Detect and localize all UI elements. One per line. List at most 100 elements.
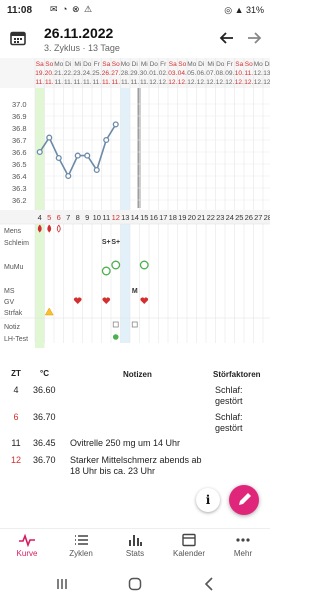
- cycle-chart[interactable]: 37.0 36.9 36.8 36.7 36.6 36.5 36.4 36.3 36.2 Sa 19…: [0, 58, 270, 348]
- weekday-label: Sa: [235, 61, 243, 68]
- temperature-point: [65, 172, 72, 180]
- cycle-day-label: 16: [150, 213, 158, 222]
- cycle-day-label: 11: [102, 213, 110, 222]
- next-arrow-icon[interactable]: [245, 29, 263, 47]
- cycle-day-label: 22: [207, 213, 215, 222]
- month-label: 12.: [168, 79, 177, 86]
- heart-icon: [102, 297, 111, 304]
- y-tick-label: 36.4: [12, 172, 27, 181]
- date-label: 05.: [187, 70, 196, 77]
- note-icon: [112, 321, 119, 328]
- cycle-day-label: 17: [159, 213, 167, 222]
- month-label: 11.: [140, 79, 149, 86]
- weekday-label: Di: [132, 61, 138, 68]
- home-icon[interactable]: [127, 576, 143, 592]
- recent-apps-icon[interactable]: [54, 576, 70, 592]
- nav-stats[interactable]: Stats: [108, 533, 162, 558]
- month-label: 11.: [54, 79, 63, 86]
- date-label: 08.: [216, 70, 225, 77]
- date-label: 06.: [197, 70, 206, 77]
- month-label: 11.: [45, 79, 54, 86]
- temperature-point: [46, 134, 53, 141]
- bottom-navigation: Kurve Zyklen Stats Kalender Mehr: [0, 528, 270, 568]
- cycle-day-label: 18: [169, 213, 177, 222]
- temperature-point: [74, 152, 81, 159]
- cycle-day-label: 10: [93, 213, 101, 222]
- row-zt: 4: [13, 385, 19, 395]
- list-icon: [75, 535, 88, 545]
- cycle-day-label: 19: [178, 213, 186, 222]
- cycle-day-label: 27: [254, 213, 262, 222]
- info-button[interactable]: i: [196, 488, 220, 512]
- cycle-day-label: 14: [131, 213, 139, 222]
- temperature-point: [93, 166, 100, 174]
- weekday-label: Di: [65, 61, 71, 68]
- date-label: 27.: [111, 70, 120, 77]
- ms-mark: M: [132, 288, 138, 295]
- y-tick-label: 36.8: [12, 124, 27, 133]
- row-label: LH-Test: [4, 336, 28, 343]
- y-tick-label: 36.2: [12, 196, 27, 205]
- previous-arrow-icon[interactable]: [218, 29, 236, 47]
- cycle-day-label: 13: [121, 213, 129, 222]
- col-zt: ZT: [11, 369, 21, 378]
- weekday-label: Di: [265, 61, 270, 68]
- more-icon: [236, 538, 250, 542]
- back-icon[interactable]: [202, 576, 218, 592]
- date-label: 10.: [235, 70, 244, 77]
- cycle-day-label: 5: [47, 213, 51, 222]
- heart-icon: [73, 297, 82, 304]
- nav-kalender[interactable]: Kalender: [162, 533, 216, 558]
- date-label: 20.: [45, 70, 54, 77]
- nav-label: Kalender: [172, 549, 206, 558]
- temperature-line: [39, 123, 117, 178]
- nav-zyklen[interactable]: Zyklen: [54, 533, 108, 558]
- lh-test-icon: [112, 334, 119, 340]
- weekday-label: Mi: [207, 61, 214, 68]
- cycle-day-label: 8: [76, 213, 80, 222]
- row-temp: 36.70: [33, 412, 56, 422]
- month-label: 12.: [263, 79, 270, 86]
- row-label: MS: [4, 288, 15, 295]
- date-label: 25.: [92, 70, 101, 77]
- nav-kurve[interactable]: Kurve: [0, 533, 54, 558]
- row-label: Mens: [4, 228, 22, 235]
- pulse-icon: [19, 533, 35, 547]
- status-bar: 11:08 ✉ ◔ ⊗ ⚠ ◎ ▲ 31%: [0, 0, 270, 22]
- today-separator: [137, 88, 141, 208]
- temperature-point: [55, 154, 62, 162]
- row-label: Strfak: [4, 310, 23, 317]
- month-label: 11.: [92, 79, 101, 86]
- cycle-day-label: 7: [66, 213, 70, 222]
- date-label: 29.: [130, 70, 139, 77]
- cycle-day-label: 23: [216, 213, 224, 222]
- date-label: 04.: [178, 70, 187, 77]
- row-temp: 36.60: [33, 385, 56, 395]
- date-label: 30.: [140, 70, 149, 77]
- weekday-label: Mi: [141, 61, 148, 68]
- cycle-day-label: 28: [264, 213, 270, 222]
- row-label: MuMu: [4, 264, 24, 271]
- month-label: 12.: [159, 79, 168, 86]
- y-tick-label: 37.0: [12, 100, 27, 109]
- date-label: 02.: [159, 70, 168, 77]
- row-note: Ovitrelle 250 mg um 14 Uhr: [70, 438, 181, 448]
- y-tick-label: 36.5: [12, 160, 27, 169]
- blood-drop-icon: [37, 224, 42, 233]
- weekday-label: Mi: [74, 61, 81, 68]
- month-label: 12.: [187, 79, 196, 86]
- weekday-label: Fr: [227, 61, 234, 68]
- month-label: 12.: [235, 79, 244, 86]
- page-title: 26.11.2022: [44, 25, 114, 41]
- edit-button[interactable]: [229, 485, 259, 515]
- date-label: 21.: [54, 70, 63, 77]
- date-label: 23.: [73, 70, 82, 77]
- weekday-label: So: [45, 61, 53, 68]
- date-label: 07.: [206, 70, 215, 77]
- note-icon: [131, 321, 138, 328]
- nav-label: Kurve: [16, 549, 38, 558]
- calendar-icon: [182, 533, 196, 547]
- calendar-icon[interactable]: [10, 30, 26, 46]
- month-label: 11.: [73, 79, 82, 86]
- nav-mehr[interactable]: Mehr: [216, 533, 270, 558]
